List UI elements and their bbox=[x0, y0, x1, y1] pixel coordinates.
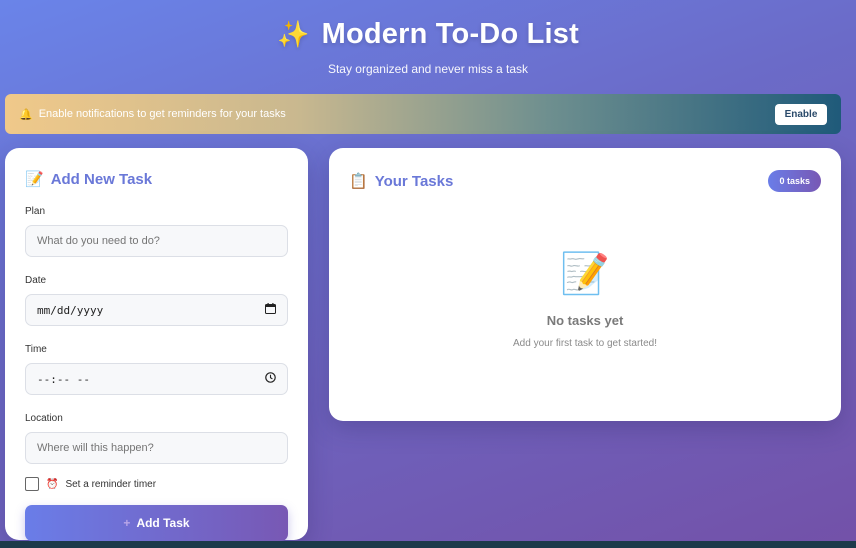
tasks-heading: 📋 Your Tasks bbox=[349, 172, 454, 191]
notification-text: Enable notifications to get reminders fo… bbox=[38, 108, 286, 120]
date-value: mm/dd/yyyy bbox=[37, 303, 104, 317]
calendar-icon[interactable] bbox=[265, 303, 276, 317]
page-title: ✨ Modern To-Do List bbox=[0, 18, 856, 51]
reminder-option: ⏰ Set a reminder timer bbox=[25, 477, 288, 491]
bell-icon: 🔔 bbox=[19, 108, 33, 121]
empty-state: 📝 No tasks yet Add your first task to ge… bbox=[349, 250, 821, 349]
sparkles-icon: ✨ bbox=[277, 19, 310, 49]
location-input[interactable]: Where will this happen? bbox=[25, 432, 288, 464]
time-label: Time bbox=[25, 344, 47, 355]
add-task-button-label: Add Task bbox=[136, 516, 190, 530]
location-placeholder: Where will this happen? bbox=[37, 442, 154, 454]
reminder-checkbox[interactable] bbox=[25, 477, 39, 491]
page-title-text: Modern To-Do List bbox=[321, 18, 579, 50]
task-count-badge: 0 tasks bbox=[768, 170, 821, 192]
plan-input[interactable]: What do you need to do? bbox=[25, 225, 288, 257]
document-pencil-icon: 📝 bbox=[560, 252, 610, 296]
tasks-card: 📋 Your Tasks 0 tasks 📝 No tasks yet Add … bbox=[329, 148, 841, 421]
add-task-heading: 📝 Add New Task bbox=[25, 170, 288, 189]
plan-placeholder: What do you need to do? bbox=[37, 235, 160, 247]
location-label: Location bbox=[25, 413, 63, 424]
date-label: Date bbox=[25, 275, 47, 286]
add-task-button[interactable]: + Add Task bbox=[25, 505, 288, 541]
page-subtitle: Stay organized and never miss a task bbox=[327, 62, 529, 76]
bottom-bar bbox=[0, 541, 856, 548]
notification-banner: 🔔 Enable notifications to get reminders … bbox=[5, 94, 841, 134]
date-input[interactable]: mm/dd/yyyy bbox=[25, 294, 288, 326]
tasks-header: 📋 Your Tasks 0 tasks bbox=[349, 170, 821, 192]
plan-label: Plan bbox=[25, 206, 46, 217]
enable-notifications-button[interactable]: Enable bbox=[775, 103, 827, 125]
page-header: ✨ Modern To-Do List Stay organized and n… bbox=[0, 0, 856, 76]
time-value: --:-- -- bbox=[37, 372, 90, 386]
plus-icon: + bbox=[123, 516, 131, 530]
alarm-clock-icon: ⏰ bbox=[46, 478, 59, 490]
tasks-title: Your Tasks bbox=[374, 172, 454, 190]
time-input[interactable]: --:-- -- bbox=[25, 363, 288, 395]
empty-state-title: No tasks yet bbox=[546, 313, 624, 328]
add-task-title: Add New Task bbox=[50, 170, 153, 188]
memo-icon: 📝 bbox=[25, 171, 44, 188]
clipboard-icon: 📋 bbox=[349, 173, 368, 190]
clock-icon[interactable] bbox=[265, 372, 276, 386]
empty-state-subtitle: Add your first task to get started! bbox=[513, 338, 657, 349]
reminder-label: Set a reminder timer bbox=[65, 478, 157, 490]
add-task-card: 📝 Add New Task Plan What do you need to … bbox=[5, 148, 308, 541]
